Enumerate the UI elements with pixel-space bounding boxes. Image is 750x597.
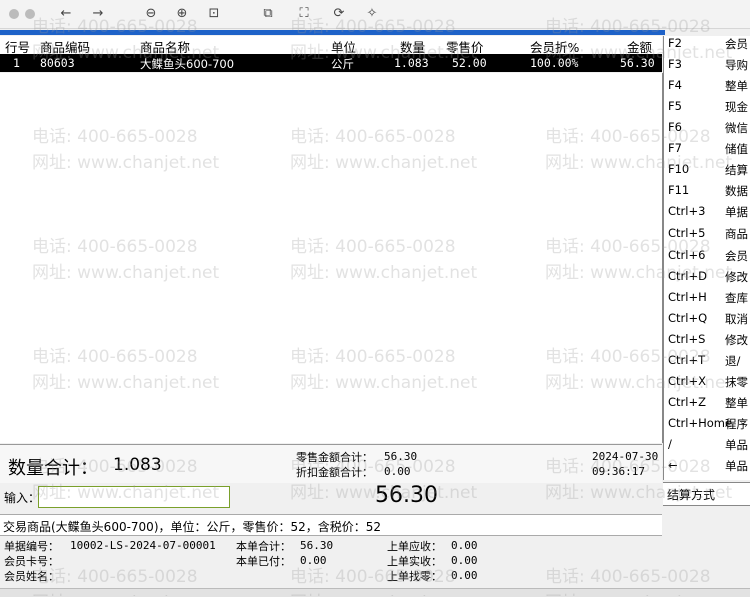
shortcut-panel: F2 会员 F3 导购 F4 整单 F5 现金 F6 微信 F7 储值 F10 结算 F11 数据 Ctrl+3… xyxy=(663,36,750,480)
totals-bar: 数量合计： 1.083 零售金额合计： 56.30 折扣金额合计： 0.00 2… xyxy=(0,444,662,483)
input-label: 输入： xyxy=(4,491,41,505)
shortcut-label: 整单 xyxy=(725,396,748,410)
shortcut-key: F7 xyxy=(668,141,682,155)
transaction-text: 交易商品(大鲽鱼头600-700)，单位：公斤，零售价：52，含税价：52 xyxy=(3,520,382,534)
shortcut-label: 程序 xyxy=(725,417,748,431)
shortcut-key: Ctrl+Home xyxy=(668,416,733,430)
transaction-info: 交易商品(大鲽鱼头600-700)，单位：公斤，零售价：52，含税价：52 xyxy=(0,514,662,536)
retail-total-value: 56.30 xyxy=(384,450,418,463)
order-total-label: 本单合计： xyxy=(236,540,291,553)
prev-due-label: 上单应收： xyxy=(387,540,442,553)
shortcut-label: 数据 xyxy=(725,184,748,198)
cell-disc: 100.00% xyxy=(530,56,579,70)
receipt-no-value: 10002-LS-2024-07-00001 xyxy=(70,539,216,552)
order-total-value: 56.30 xyxy=(300,539,334,552)
shortcut-label: 修改 xyxy=(725,333,748,347)
table-row[interactable]: 1 80603 大鲽鱼头600-700 公斤 1.083 52.00 100.0… xyxy=(0,54,662,72)
shortcut-label: 会员 xyxy=(725,249,748,263)
crop-icon[interactable]: ⛶ xyxy=(295,5,313,23)
member-card-label: 会员卡号： xyxy=(4,555,59,568)
shortcut-key: Ctrl+5 xyxy=(668,226,706,240)
input-row: 输入： 56.30 xyxy=(0,483,662,513)
shortcut-key: Ctrl+Q xyxy=(668,311,708,325)
prev-change-label: 上单找零： xyxy=(387,570,442,583)
forward-icon[interactable]: → xyxy=(89,5,107,23)
barcode-input[interactable] xyxy=(38,486,230,508)
shortcut-label: 现金 xyxy=(725,100,748,114)
zoom-out-icon[interactable]: ⊖ xyxy=(142,5,160,23)
prev-due-value: 0.00 xyxy=(451,539,478,552)
amount-display: 56.30 xyxy=(375,483,438,508)
shortcut-label: 商品 xyxy=(725,227,748,241)
shortcut-key: Ctrl+D xyxy=(668,269,707,283)
shortcut-label: 退/ xyxy=(725,354,741,368)
item-grid[interactable] xyxy=(0,73,663,443)
shortcut-key: F2 xyxy=(668,36,682,50)
retail-total-label: 零售金额合计： xyxy=(296,451,373,464)
shortcut-key: F11 xyxy=(668,183,690,197)
shortcut-label: 抹零 xyxy=(725,375,748,389)
receipt-footer: 单据编号： 10002-LS-2024-07-00001 会员卡号： 会员姓名：… xyxy=(0,536,750,588)
cell-code: 80603 xyxy=(40,56,75,70)
qty-total-value: 1.083 xyxy=(113,455,162,475)
shortcut-key: ← xyxy=(668,458,678,472)
shortcut-label: 储值 xyxy=(725,142,748,156)
time-value: 09:36:17 xyxy=(592,465,645,478)
magic-icon[interactable]: ✧ xyxy=(363,5,381,23)
cell-unit: 公斤 xyxy=(331,57,354,71)
date-value: 2024-07-30 xyxy=(592,450,659,463)
shortcut-label: 会员 xyxy=(725,37,748,51)
shortcut-label: 修改 xyxy=(725,270,748,284)
prev-change-value: 0.00 xyxy=(451,569,478,582)
cell-price: 52.00 xyxy=(452,56,487,70)
receipt-no-label: 单据编号： xyxy=(4,540,59,553)
order-paid-value: 0.00 xyxy=(300,554,327,567)
settlement-method-tab[interactable]: 结算方式 xyxy=(663,482,750,506)
zoom-in-icon[interactable]: ⊕ xyxy=(173,5,191,23)
qty-total-label: 数量合计： xyxy=(8,458,98,479)
shortcut-label: 微信 xyxy=(725,121,748,135)
shortcut-key: F6 xyxy=(668,120,682,134)
shortcut-key: Ctrl+3 xyxy=(668,204,706,218)
copy-icon[interactable]: ⧉ xyxy=(259,5,277,23)
rotate-icon[interactable]: ⟳ xyxy=(330,5,348,23)
cell-amount: 56.30 xyxy=(620,56,655,70)
prev-received-label: 上单实收： xyxy=(387,555,442,568)
discount-total-value: 0.00 xyxy=(384,465,411,478)
prev-received-value: 0.00 xyxy=(451,554,478,567)
shortcut-key: Ctrl+S xyxy=(668,332,706,346)
shortcut-label: 查库 xyxy=(725,291,748,305)
fit-icon[interactable]: ⊡ xyxy=(205,5,223,23)
shortcut-key: F4 xyxy=(668,78,682,92)
shortcut-label: 单品 xyxy=(725,438,748,452)
discount-total-label: 折扣金额合计： xyxy=(296,466,373,479)
member-name-label: 会员姓名： xyxy=(4,570,59,583)
shortcut-key: Ctrl+X xyxy=(668,374,706,388)
shortcut-label: 取消 xyxy=(725,312,748,326)
shortcut-key: F5 xyxy=(668,99,682,113)
shortcut-key: F10 xyxy=(668,162,690,176)
shortcut-key: F3 xyxy=(668,57,682,71)
shortcut-key: Ctrl+6 xyxy=(668,248,706,262)
cell-qty: 1.083 xyxy=(394,56,429,70)
close-icon[interactable] xyxy=(9,9,19,19)
shortcut-label: 导购 xyxy=(725,58,748,72)
order-paid-label: 本单已付： xyxy=(236,555,291,568)
cell-line: 1 xyxy=(13,56,20,70)
shortcut-label: 单品 xyxy=(725,459,748,473)
table-header: 行号 商品编码 商品名称 单位 数量 零售价 会员折% 金额 xyxy=(0,36,662,55)
shortcut-label: 单据 xyxy=(725,205,748,219)
shortcut-key: Ctrl+H xyxy=(668,290,707,304)
back-icon[interactable]: ← xyxy=(57,5,75,23)
minimize-icon[interactable] xyxy=(25,9,35,19)
settlement-method-label: 结算方式 xyxy=(667,488,716,502)
shortcut-key: Ctrl+T xyxy=(668,353,706,367)
viewer-toolbar: ← → ⊖ ⊕ ⊡ ⧉ ⛶ ⟳ ✧ xyxy=(0,0,750,29)
shortcut-label: 整单 xyxy=(725,79,748,93)
cell-name: 大鲽鱼头600-700 xyxy=(140,57,235,71)
shortcut-label: 结算 xyxy=(725,163,748,177)
title-bar xyxy=(0,30,665,35)
shortcut-key: / xyxy=(668,437,672,451)
shortcut-key: Ctrl+Z xyxy=(668,395,706,409)
